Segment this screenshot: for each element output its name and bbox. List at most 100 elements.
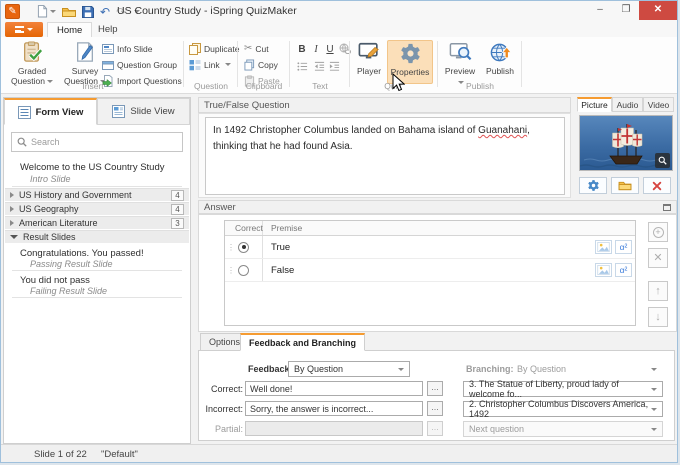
answer-equation-button[interactable]: α² [615, 240, 632, 254]
underline-button[interactable]: U [323, 43, 337, 56]
group-row-american-literature[interactable]: American Literature 3 [5, 216, 189, 229]
tab-video[interactable]: Video [643, 97, 674, 112]
expanded-arrow-icon [10, 235, 18, 239]
bullet-list-button [295, 61, 309, 74]
maximize-button[interactable]: ❐ [613, 1, 639, 20]
gear-icon [587, 180, 599, 191]
expand-answer-panel-icon[interactable] [663, 203, 671, 211]
branch-partial-select: Next question [463, 421, 663, 437]
answers-table: Correct Premise ⋮ True α² ⋮ False α² [224, 220, 636, 326]
player-name: "Default" [101, 449, 138, 460]
tab-audio[interactable]: Audio [612, 97, 643, 112]
answer-row-false[interactable]: ⋮ False α² [225, 259, 635, 282]
move-up-button: ↑ [648, 281, 668, 301]
ribbon: Graded Question Survey Question Info Sli… [1, 37, 677, 94]
branch-incorrect-select[interactable]: 2. Christopher Columbus Discovers Americ… [463, 399, 663, 419]
drag-handle-icon[interactable]: ⋮ [227, 266, 235, 275]
group-label-publish: Publish [466, 81, 494, 91]
branching-mode-select: By Question [511, 361, 663, 377]
preview-button[interactable]: Preview [441, 40, 479, 84]
question-group-icon [102, 60, 114, 70]
delete-picture-button[interactable] [643, 177, 671, 194]
column-premise: Premise [271, 223, 303, 233]
decrease-indent-button [312, 61, 326, 74]
question-group-button[interactable]: Question Group [102, 58, 177, 71]
answer-picture-button[interactable] [595, 263, 612, 277]
zoom-picture-button[interactable] [655, 153, 670, 168]
window-controls: – ❐ ✕ [587, 1, 677, 20]
media-panel: Picture Audio Video [577, 97, 677, 198]
incorrect-feedback-more-button[interactable]: ... [427, 401, 443, 416]
feedback-label: Feedback: [248, 364, 293, 374]
browse-picture-button[interactable] [611, 177, 639, 194]
question-picture-thumbnail[interactable] [579, 115, 673, 171]
bold-button[interactable]: B [295, 43, 309, 56]
correct-feedback-input[interactable]: Well done! [245, 381, 423, 396]
move-down-button: ↓ [648, 307, 668, 327]
add-answer-button: + [648, 222, 668, 242]
column-correct: Correct [225, 221, 263, 235]
answer-row-true[interactable]: ⋮ True α² [225, 236, 635, 259]
tab-help[interactable]: Help [89, 22, 127, 37]
cut-button[interactable]: ✂ Cut [244, 42, 269, 55]
question-count-badge: 4 [171, 203, 184, 215]
graded-question-icon [7, 41, 57, 65]
decrease-indent-icon [314, 61, 324, 71]
duplicate-button[interactable]: Duplicate [189, 42, 239, 55]
select-caret-icon [651, 427, 657, 431]
ribbon-tab-bar: Home Help [1, 22, 677, 37]
undo-button[interactable]: ↶ [100, 5, 110, 19]
tab-slide-view[interactable]: Slide View [97, 98, 190, 125]
slide-counter: Slide 1 of 22 [34, 449, 87, 460]
answer-equation-button[interactable]: α² [615, 263, 632, 277]
answer-picture-button[interactable] [595, 240, 612, 254]
tab-feedback-branching[interactable]: Feedback and Branching [240, 333, 366, 351]
group-label-clipboard: Clipboard [245, 81, 283, 91]
select-caret-icon [398, 367, 404, 371]
copy-button[interactable]: Copy [244, 58, 278, 71]
answer-pane-header: Answer [198, 200, 677, 214]
close-button[interactable]: ✕ [639, 1, 677, 20]
search-icon [17, 137, 27, 147]
feedback-mode-select[interactable]: By Question [288, 361, 410, 377]
quizmaker-window: ✎ ↶ ↷ US Country Study - iSpring QuizMak… [0, 0, 678, 463]
picture-settings-button[interactable] [579, 177, 607, 194]
drag-handle-icon[interactable]: ⋮ [227, 243, 235, 252]
minimize-button[interactable]: – [587, 1, 613, 20]
partial-feedback-label: Partial: [214, 424, 243, 434]
question-text-input[interactable]: In 1492 Christopher Columbus landed on B… [205, 117, 565, 195]
branching-label: Branching: [466, 364, 514, 374]
player-button[interactable]: Player [353, 40, 385, 84]
save-button[interactable] [82, 5, 94, 18]
tab-home[interactable]: Home [47, 22, 93, 37]
new-document-button[interactable] [37, 5, 56, 18]
publish-button[interactable]: Publish [481, 40, 519, 84]
group-row-result-slides[interactable]: Result Slides [5, 230, 189, 243]
application-menu-button[interactable] [5, 22, 43, 37]
tab-form-view[interactable]: Form View [4, 98, 97, 125]
feedback-branching-content: Feedback: By Question Correct: Well done… [198, 350, 675, 441]
branch-correct-select[interactable]: 3. The Statue of Liberty, proud lady of … [463, 379, 663, 399]
graded-question-button[interactable]: Graded Question [7, 40, 57, 85]
incorrect-feedback-label: Incorrect: [205, 404, 243, 414]
link-icon [189, 59, 201, 70]
correct-radio-true[interactable] [238, 241, 249, 253]
properties-gear-icon [388, 42, 432, 66]
app-menu-caret-icon [27, 28, 33, 31]
link-button[interactable]: Link [189, 58, 231, 71]
copy-icon [244, 59, 255, 70]
bullet-list-icon [296, 62, 307, 71]
open-button[interactable] [62, 6, 76, 18]
select-caret-icon [651, 387, 657, 391]
incorrect-feedback-input[interactable]: Sorry, the answer is incorrect... [245, 401, 423, 416]
search-input[interactable] [31, 137, 177, 147]
correct-feedback-more-button[interactable]: ... [427, 381, 443, 396]
correct-radio-false[interactable] [238, 264, 249, 276]
group-row-us-history[interactable]: US History and Government 4 [5, 188, 189, 201]
publish-globe-icon [481, 41, 519, 65]
group-row-us-geography[interactable]: US Geography 4 [5, 202, 189, 215]
collapsed-arrow-icon [10, 220, 14, 226]
tab-picture[interactable]: Picture [577, 97, 612, 112]
italic-button[interactable]: I [309, 43, 323, 56]
info-slide-button[interactable]: Info Slide [102, 42, 152, 55]
